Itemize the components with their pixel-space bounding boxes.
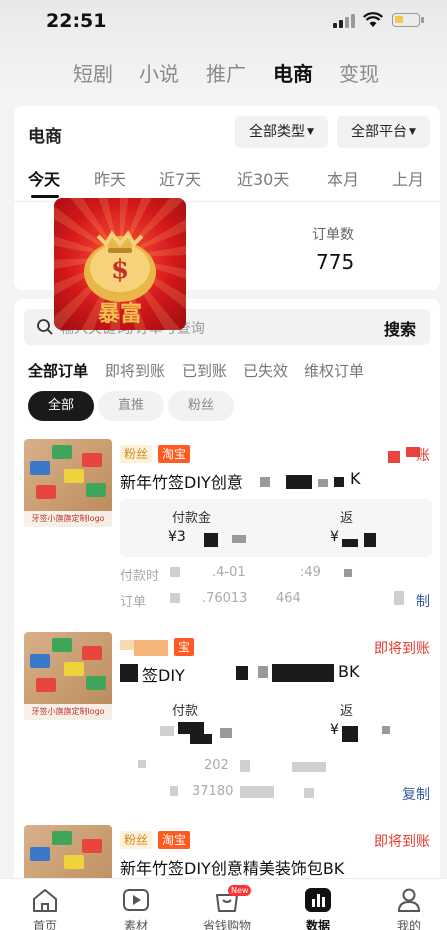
taobao-tag: 宝	[174, 638, 195, 656]
pay-time: .4-01	[212, 565, 246, 580]
order-tab-dispute[interactable]: 维权订单	[304, 360, 364, 381]
filter-pill-all[interactable]: 全部	[28, 391, 94, 421]
mosaic-block	[286, 475, 312, 489]
mosaic-block	[334, 477, 344, 487]
pay-time-tail: :49	[300, 565, 321, 580]
product-name: 新年竹签DIY创意	[120, 473, 243, 492]
wifi-icon	[363, 12, 383, 27]
tab-short-drama[interactable]: 短剧	[73, 58, 113, 87]
thumbnail-caption: 牙签小旗旗定制logo	[24, 704, 112, 720]
clock: 22:51	[46, 10, 107, 32]
payment-box: 付款金 返 ¥3 ¥	[120, 499, 432, 557]
product-name-tail: K	[350, 469, 361, 488]
search-button[interactable]: 搜索	[384, 316, 416, 340]
product-name: 签DIY	[142, 666, 185, 685]
product-thumbnail: 牙签小旗旗定制logo	[24, 632, 112, 720]
platform-filter-label: 全部平台	[351, 124, 408, 140]
pay-amount-value: ¥3	[168, 529, 186, 545]
rebate-value: ¥	[330, 529, 339, 545]
type-filter-label: 全部类型	[249, 124, 306, 140]
nav-shopping[interactable]: New 省钱购物	[182, 879, 272, 930]
caret-down-icon: ▼	[307, 127, 314, 137]
order-status: 账	[416, 448, 430, 464]
thumbnail-caption: 牙签小旗旗定制logo	[24, 511, 112, 527]
mosaic-block	[318, 479, 328, 487]
nav-me-label: 我的	[396, 919, 421, 930]
copy-button[interactable]: 制	[416, 591, 430, 611]
rebate-value: ¥	[330, 722, 339, 738]
caret-down-icon: ▼	[409, 127, 416, 137]
order-number-label: 订单	[120, 595, 147, 610]
signal-icon	[333, 14, 355, 28]
order-tab-all[interactable]: 全部订单	[28, 360, 88, 381]
taobao-tag: 淘宝	[158, 831, 191, 849]
nav-materials[interactable]: 素材	[91, 879, 181, 930]
order-tab-received[interactable]: 已到账	[182, 360, 227, 381]
nav-home[interactable]: 首页	[0, 879, 90, 930]
nav-data[interactable]: 数据	[273, 879, 363, 930]
fans-tag: 粉丝	[120, 831, 153, 849]
order-count-value: 775	[316, 250, 355, 274]
search-icon	[37, 319, 53, 335]
platform-filter-dropdown[interactable]: 全部平台 ▼	[337, 116, 430, 148]
bar-chart-icon	[305, 888, 331, 912]
order-item[interactable]: 牙签小旗旗定制logo 粉丝 淘宝 账 新年竹签DIY创意 K 付款金 返 ¥3…	[14, 439, 440, 619]
user-icon	[397, 888, 421, 912]
new-badge: New	[228, 885, 252, 896]
rebate-label: 返	[340, 511, 354, 526]
copy-button[interactable]: 复制	[402, 784, 430, 804]
fans-tag: 粉丝	[120, 445, 153, 463]
payment-box: 付款 返 ¥	[120, 692, 432, 750]
period-7-days[interactable]: 近7天	[159, 166, 201, 190]
battery-icon	[392, 13, 424, 27]
order-number: 37180	[192, 784, 234, 799]
orders-card: 输入关键词/订单号查询 搜索 全部订单 即将到账 已到账 已失效 维权订单 全部…	[14, 299, 440, 913]
product-name-tail: BK	[338, 662, 360, 681]
order-tab-expired[interactable]: 已失效	[243, 360, 288, 381]
pay-amount-label: 付款金	[172, 511, 212, 526]
mosaic-block	[260, 477, 270, 487]
tab-ecommerce[interactable]: 电商	[273, 58, 313, 87]
pay-amount-label: 付款	[172, 704, 199, 719]
product-name: 新年竹签DIY创意精美装饰包BK	[120, 859, 345, 878]
summary-title: 电商	[28, 127, 62, 147]
product-thumbnail: 牙签小旗旗定制logo	[24, 439, 112, 527]
type-filter-dropdown[interactable]: 全部类型 ▼	[235, 116, 328, 148]
order-status: 即将到账	[374, 641, 430, 657]
order-number-tail: 464	[276, 591, 301, 606]
period-30-days[interactable]: 近30天	[237, 166, 289, 190]
order-status: 即将到账	[374, 834, 430, 850]
nav-materials-label: 素材	[123, 919, 148, 930]
svg-text:$: $	[111, 255, 129, 285]
rebate-label: 返	[340, 704, 354, 719]
play-icon	[123, 889, 149, 911]
filter-pill-direct[interactable]: 直推	[98, 391, 164, 421]
order-count-label: 订单数	[312, 227, 354, 243]
money-bag-logo: $ 暴富	[54, 198, 186, 330]
pay-time-label: 付款时	[120, 569, 160, 584]
period-yesterday[interactable]: 昨天	[94, 166, 126, 190]
taobao-tag: 淘宝	[158, 445, 191, 463]
nav-home-label: 首页	[32, 919, 57, 930]
bottom-nav: 首页 素材 New 省钱购物 数据 我的	[0, 878, 447, 930]
order-tab-pending[interactable]: 即将到账	[105, 360, 165, 381]
logo-text: 暴富	[97, 301, 142, 327]
mosaic-block	[388, 451, 400, 463]
home-icon	[33, 889, 57, 912]
nav-data-label: 数据	[305, 919, 330, 930]
tab-promotion[interactable]: 推广	[206, 58, 246, 87]
status-bar: 22:51	[0, 0, 447, 44]
nav-shopping-label: 省钱购物	[202, 919, 251, 930]
top-tabs: 短剧 小说 推广 电商 变现	[0, 44, 447, 98]
order-number: .76013	[202, 591, 248, 606]
period-today[interactable]: 今天	[28, 166, 60, 190]
nav-me[interactable]: 我的	[364, 879, 447, 930]
tab-novel[interactable]: 小说	[139, 58, 179, 87]
period-last-month[interactable]: 上月	[392, 166, 424, 190]
order-item[interactable]: 牙签小旗旗定制logo 宝 即将到账 签DIY BK 付款 返 ¥ 202 37…	[14, 632, 440, 812]
tab-monetize[interactable]: 变现	[339, 58, 379, 87]
period-this-month[interactable]: 本月	[327, 166, 359, 190]
filter-pill-fans[interactable]: 粉丝	[168, 391, 234, 421]
pay-time: 202	[204, 758, 229, 773]
